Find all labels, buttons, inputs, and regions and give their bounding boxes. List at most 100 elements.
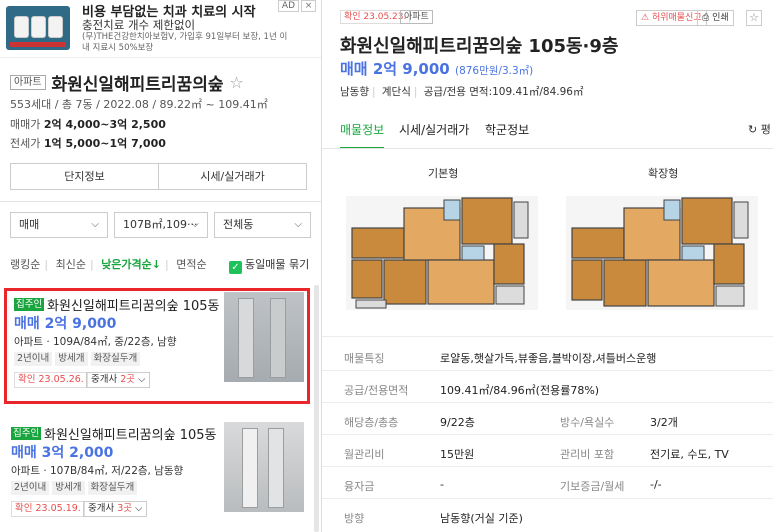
listing-tag: 2년이내 [11, 481, 50, 495]
chevron-down-icon: ⌵ [135, 374, 146, 385]
spec-direction-value: 남동향(거실 기준) [440, 512, 523, 525]
spec-deposit-label: 기보증금/월세 [560, 480, 625, 493]
listing-tag: 화장실두개 [87, 481, 138, 495]
complex-type-tag: 아파트 [10, 75, 46, 90]
dong-value: 전체동 [223, 218, 254, 231]
spec-fee-value: 15만원 [440, 448, 475, 461]
listing-tags: 2년이내 방세개 화장실두개 [11, 481, 140, 495]
area-unit-label: 평 [760, 123, 771, 136]
tab-listing-info[interactable]: 매물정보 [340, 121, 385, 149]
sort-low-price[interactable]: 낮은가격순↓ [101, 256, 161, 272]
trade-type-value: 매매 [19, 218, 40, 231]
spec-divider [322, 402, 773, 403]
spec-feature-label: 매물특징 [344, 352, 385, 365]
dong-select[interactable]: 전체동 ⌵ [214, 212, 311, 238]
ad-subtitle: 충전치료 개수 제한없이 [82, 18, 196, 32]
price-history-button[interactable]: 시세/실거래가 [158, 163, 307, 190]
sale-price-label: 매매가 [10, 118, 41, 131]
complex-info-button[interactable]: 단지정보 [10, 163, 159, 190]
complex-name: 화원신일해피트리꿈의숲 [51, 75, 224, 95]
spec-fee-included-value: 전기료, 수도, TV [650, 448, 729, 461]
type-tag: 아파트 [400, 10, 433, 24]
alert-icon: ⚠ [641, 13, 652, 23]
tab-price-history[interactable]: 시세/실거래가 [399, 121, 469, 149]
divider [0, 201, 321, 202]
floor-plan-extended[interactable] [562, 188, 762, 318]
tab-school-info[interactable]: 학군정보 [485, 121, 529, 149]
listing-name[interactable]: 화원신일해피트리꿈의숲 105동 [47, 295, 219, 314]
listing-detail: 아파트 · 109A/84㎡, 중/22층, 남향 [14, 336, 177, 348]
listing-price: 매매 2억 9,000 [14, 316, 117, 332]
spec-direction-label: 방향 [344, 512, 365, 525]
favorite-star-icon[interactable]: ☆ [229, 73, 243, 92]
list-scrollbar[interactable] [314, 285, 319, 532]
area-select[interactable]: 107B㎡,109··· ⌵ [114, 212, 208, 238]
ad-banner[interactable]: 비용 부담없는 치과 치료의 시작 충전치료 개수 제한없이 (무)THE건강한… [0, 0, 321, 58]
sort-ranking[interactable]: 랭킹순 [10, 256, 40, 272]
ad-image[interactable] [6, 6, 70, 50]
sale-price-row: 매매가 2억 4,000~3억 2,500 [10, 116, 166, 132]
complex-header: 아파트 화원신일해피트리꿈의숲 ☆ [10, 70, 315, 95]
print-icon: ⎙ [702, 13, 713, 23]
report-label: 허위매물신고 [651, 13, 702, 23]
area-unit-toggle[interactable]: ↻ 평 [748, 121, 771, 137]
group-same-listing-label: 동일매물 묶기 [245, 258, 310, 271]
agent-count: 2곳 [120, 374, 136, 385]
checkbox-checked-icon[interactable]: ✓ [229, 261, 242, 274]
spec-divider [322, 336, 773, 337]
chevron-down-icon: ⌵ [132, 503, 143, 514]
spec-divider [322, 498, 773, 499]
spec-floor-label: 해당층/총층 [344, 416, 399, 429]
listing-photo[interactable] [224, 422, 304, 512]
confirm-date: 확인 23.05.26. [14, 372, 88, 388]
price-per-area: (876만원/3.3㎡) [454, 65, 534, 77]
listing-price: 매매 3억 2,000 [11, 445, 114, 461]
floor-plan-basic[interactable] [342, 188, 542, 318]
refresh-icon: ↻ [748, 123, 761, 136]
spec-rooms-value: 3/2개 [650, 416, 678, 429]
owner-tag: 집주인 [11, 427, 42, 440]
meta-area: 공급/전용 면적:109.41㎡/84.96㎡ [423, 86, 584, 98]
complex-summary: 553세대 / 총 7동 / 2022.08 / 89.22㎡ ~ 109.41… [10, 98, 268, 111]
listing-tag: 화장실두개 [90, 352, 141, 366]
plan-basic-label: 기본형 [428, 167, 459, 180]
sale-price-value: 2억 4,000~3억 2,500 [43, 118, 166, 131]
listing-tags: 2년이내 방세개 화장실두개 [14, 352, 143, 366]
owner-tag: 집주인 [14, 298, 45, 311]
trade-type-select[interactable]: 매매 ⌵ [10, 212, 108, 238]
listing-meta: 남동향 | 계단식 | 공급/전용 면적:109.41㎡/84.96㎡ [340, 86, 584, 98]
jeonse-price-value: 1억 5,000~1억 7,000 [43, 137, 166, 150]
agent-label: 중개사 [88, 503, 118, 514]
chevron-down-icon: ⌵ [294, 219, 302, 230]
agent-count-button[interactable]: 중개사 3곳 ⌵ [83, 501, 148, 517]
listing-detail: 아파트 · 107B/84㎡, 저/22층, 남동향 [11, 465, 184, 477]
group-same-listing-toggle[interactable]: ✓ 동일매물 묶기 [229, 256, 309, 274]
agent-label: 중개사 [91, 374, 121, 385]
print-label: 인쇄 [712, 13, 729, 23]
jeonse-price-row: 전세가 1억 5,000~1억 7,000 [10, 135, 166, 151]
price-value: 매매 2억 9,000 [340, 60, 450, 78]
listing-item[interactable]: 집주인 화원신일해피트리꿈의숲 105동 매매 3억 2,000 아파트 · 1… [4, 420, 310, 532]
print-button[interactable]: ⎙ 인쇄 [697, 10, 734, 26]
spec-deposit-value: -/- [650, 478, 662, 491]
ad-close-button[interactable]: × [301, 0, 316, 12]
listing-item[interactable]: 집주인 화원신일해피트리꿈의숲 105동 매매 2억 9,000 아파트 · 1… [4, 288, 310, 404]
agent-count-button[interactable]: 중개사 2곳 ⌵ [86, 372, 151, 388]
favorite-star-icon[interactable]: ☆ [746, 10, 762, 26]
spec-area-label: 공급/전용면적 [344, 384, 409, 397]
listing-photo[interactable] [224, 292, 304, 382]
spec-fee-included-label: 관리비 포함 [560, 448, 615, 461]
spec-feature-value: 로얄동,햇살가득,뷰좋음,블박이장,셔틀버스운행 [440, 352, 657, 365]
agent-count: 3곳 [117, 503, 133, 514]
ad-description: (무)THE건강한치아보험V, 가입후 91일부터 보장, 1년 이내 지료시 … [82, 32, 288, 53]
listing-panel: 비용 부담없는 치과 치료의 시작 충전치료 개수 제한없이 (무)THE건강한… [0, 0, 322, 532]
spec-divider [322, 466, 773, 467]
meta-structure: 계단식 [381, 86, 411, 98]
sort-latest[interactable]: 최신순 [56, 256, 86, 272]
sort-area[interactable]: 면적순 [176, 256, 206, 272]
detail-panel: 확인 23.05.23. 아파트 ⚠ 허위매물신고 ⎙ 인쇄 ☆ 화원신일해피트… [322, 0, 773, 532]
listing-name[interactable]: 화원신일해피트리꿈의숲 105동 [44, 424, 216, 443]
confirm-date: 확인 23.05.19. [11, 501, 85, 517]
listing-tag: 방세개 [55, 352, 88, 366]
spec-loan-label: 융자금 [344, 480, 375, 493]
